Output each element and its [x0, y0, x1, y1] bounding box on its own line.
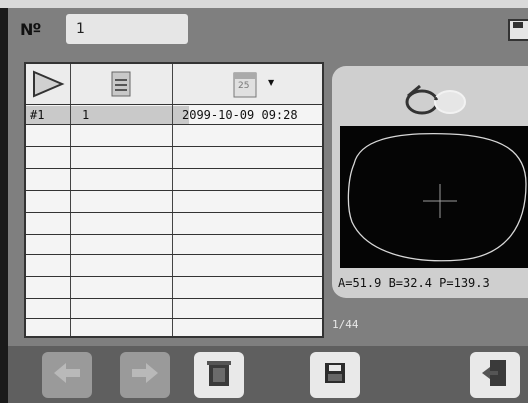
selected-row-highlight — [26, 106, 189, 124]
row-divider — [26, 254, 322, 255]
right-arrow-icon — [130, 361, 160, 389]
row-divider — [26, 146, 322, 147]
row-job-number[interactable]: 1 — [82, 107, 89, 123]
exit-button[interactable] — [470, 352, 520, 398]
row-divider — [26, 234, 322, 235]
row-divider — [26, 318, 322, 319]
page-indicator: 1/44 — [332, 318, 359, 331]
exit-door-icon — [480, 358, 510, 392]
row-divider — [26, 298, 322, 299]
row-date[interactable]: 2099-10-09 09:28 — [182, 107, 298, 123]
list-icon[interactable] — [110, 70, 132, 98]
top-frame-edge — [0, 0, 528, 8]
trash-bin-icon — [206, 358, 232, 392]
row-index[interactable]: #1 — [30, 107, 44, 123]
lens-measurement-text: A=51.9 B=32.4 P=139.3 — [338, 276, 490, 290]
sort-dropdown-arrow-icon[interactable]: ▼ — [268, 78, 274, 87]
row-divider — [26, 190, 322, 191]
left-arrow-icon — [52, 361, 82, 389]
play-triangle-icon[interactable] — [32, 70, 66, 98]
save-icon[interactable] — [508, 16, 528, 44]
trash-button[interactable] — [194, 352, 244, 398]
row-divider — [26, 104, 322, 105]
row-divider — [26, 168, 322, 169]
job-number-label: Nº — [20, 20, 41, 39]
job-number-field[interactable]: 1 — [66, 14, 188, 44]
row-divider — [26, 212, 322, 213]
row-divider — [26, 276, 322, 277]
next-button[interactable] — [120, 352, 170, 398]
previous-button[interactable] — [42, 352, 92, 398]
glasses-icon[interactable] — [402, 80, 472, 118]
lens-preview-panel: A=51.9 B=32.4 P=139.3 — [332, 66, 528, 298]
lens-shape-display — [340, 126, 528, 268]
row-divider — [26, 124, 322, 125]
save-button[interactable] — [310, 352, 360, 398]
calendar-icon[interactable]: 25 — [232, 70, 266, 100]
job-list-table: 25 ▼ #1 1 2099-10-09 09:28 — [24, 62, 324, 338]
floppy-disk-icon — [323, 361, 347, 389]
calendar-day-number: 25 — [238, 81, 250, 91]
